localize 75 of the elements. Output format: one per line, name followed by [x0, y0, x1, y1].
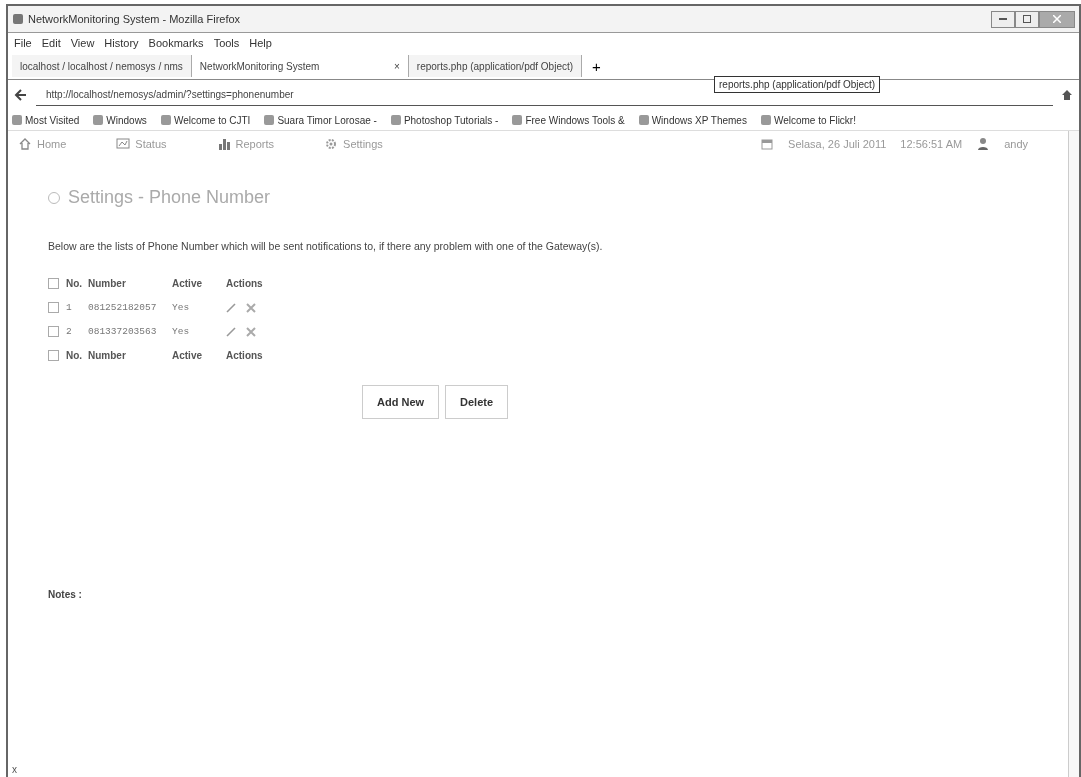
- table-cell-text: 2: [66, 326, 73, 337]
- bookmark-link[interactable]: Welcome to CJTI: [173, 114, 251, 126]
- bookmark-icon: [512, 115, 523, 125]
- bookmark-link[interactable]: Most Visited: [25, 114, 80, 126]
- menu-item[interactable]: History: [104, 37, 139, 49]
- bookmark-link[interactable]: Photoshop Tutorials -: [403, 114, 499, 126]
- edit-icon[interactable]: [226, 326, 236, 337]
- close-tab-button[interactable]: ×: [394, 60, 400, 72]
- description-text: Below are the lists of Phone Number which will be sent notifications to, if there any problem with one of the Gateway(s).: [48, 240, 604, 252]
- close-button[interactable]: [1039, 10, 1075, 28]
- select-all-checkbox[interactable]: [48, 278, 59, 289]
- menu-item[interactable]: Bookmarks: [148, 37, 204, 49]
- edit-icon[interactable]: [226, 302, 236, 313]
- bar-chart-icon: [216, 137, 231, 151]
- row-checkbox[interactable]: [48, 302, 59, 313]
- minimize-icon: [999, 18, 1007, 20]
- bookmark-icon: [264, 115, 275, 125]
- table-cell-text: 1: [66, 302, 73, 313]
- page-title: Settings - Phone Number: [68, 187, 271, 208]
- time-text: 12:56:51 AM: [900, 138, 963, 150]
- column-header: Actions: [226, 350, 264, 361]
- scrollbar[interactable]: [1068, 131, 1079, 777]
- action-button[interactable]: Add New: [362, 385, 440, 419]
- home-icon: [18, 137, 32, 151]
- user-icon: [976, 137, 991, 151]
- table-cell-text: Yes: [172, 302, 191, 313]
- browser-tab[interactable]: localhost / localhost / nemosys / nms: [12, 55, 192, 77]
- calendar-icon: [760, 137, 775, 151]
- home-icon[interactable]: [1061, 89, 1073, 101]
- monitor-icon: [116, 137, 131, 151]
- bookmark-link[interactable]: Free Windows Tools &: [525, 114, 625, 126]
- menu-item[interactable]: Help: [249, 37, 272, 49]
- column-header: No.: [66, 350, 84, 361]
- menu-item[interactable]: View: [70, 37, 95, 49]
- notes-label: Notes :: [48, 589, 83, 600]
- column-header: Number: [88, 350, 127, 361]
- close-icon: [1053, 15, 1061, 23]
- maximize-button[interactable]: [1015, 10, 1039, 28]
- table-cell-text: 081337203563: [88, 326, 158, 337]
- table-cell-text: 081252182057: [88, 302, 158, 313]
- status-text: x: [11, 763, 18, 777]
- menu-item[interactable]: File: [14, 37, 32, 49]
- bookmark-link[interactable]: Suara Timor Lorosae -: [277, 114, 377, 126]
- select-all-checkbox[interactable]: [48, 350, 59, 361]
- column-header: No.: [66, 278, 84, 289]
- bookmark-icon: [160, 115, 171, 125]
- gear-icon: [324, 137, 339, 151]
- menu-item[interactable]: Tools: [213, 37, 240, 49]
- bookmark-icon: [12, 115, 22, 125]
- browser-tab[interactable]: reports.php (application/pdf Object): [408, 55, 583, 77]
- date-text: Selasa, 26 Juli 2011: [788, 138, 887, 150]
- action-button[interactable]: Delete: [445, 385, 509, 419]
- tooltip: reports.php (application/pdf Object): [714, 76, 881, 93]
- column-header: Active: [172, 350, 203, 361]
- back-arrow-icon[interactable]: [14, 88, 28, 102]
- bookmark-link[interactable]: Windows: [106, 114, 147, 126]
- bookmark-icon: [638, 115, 649, 125]
- bookmark-icon: [760, 115, 771, 125]
- delete-icon[interactable]: [246, 326, 256, 337]
- bookmark-link[interactable]: Welcome to Flickr!: [773, 114, 856, 126]
- column-header: Number: [88, 278, 127, 289]
- minimize-button[interactable]: [991, 10, 1015, 28]
- window-title: NetworkMonitoring System - Mozilla Firefox: [28, 13, 242, 25]
- bookmark-icon: [390, 115, 401, 125]
- bookmark-link[interactable]: Windows XP Themes: [651, 114, 747, 126]
- column-header: Active: [172, 278, 203, 289]
- browser-icon: [12, 13, 24, 25]
- menu-item[interactable]: Edit: [41, 37, 61, 49]
- delete-icon[interactable]: [246, 302, 256, 313]
- maximize-icon: [1023, 15, 1031, 23]
- bookmark-icon: [93, 115, 104, 125]
- table-cell-text: Yes: [172, 326, 191, 337]
- column-header: Actions: [226, 278, 264, 289]
- row-checkbox[interactable]: [48, 326, 59, 337]
- new-tab-button[interactable]: +: [582, 57, 611, 75]
